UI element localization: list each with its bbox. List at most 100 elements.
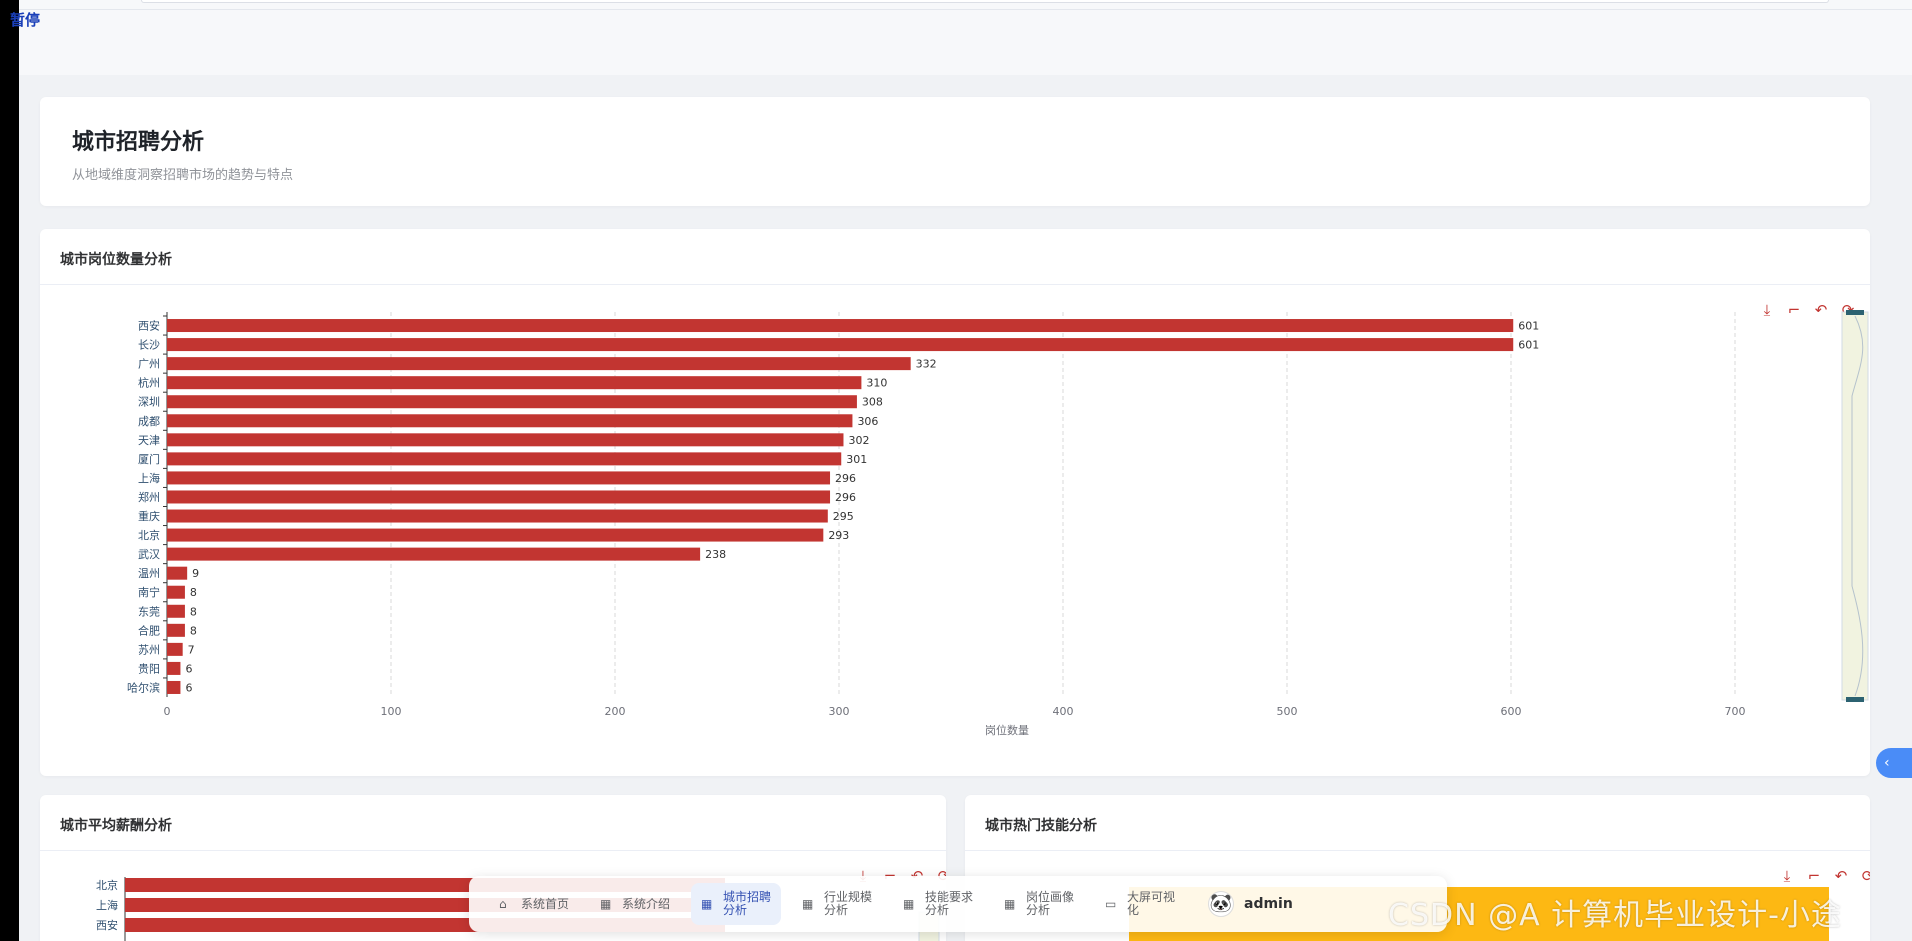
card-header: 城市热门技能分析 (965, 795, 1870, 851)
nav-item-label: 技能要求分析 (925, 890, 974, 917)
page-title: 城市招聘分析 (72, 130, 205, 155)
y-tick-label: 东莞 (138, 605, 160, 618)
top-search-bar[interactable] (141, 0, 1829, 3)
bar (167, 471, 831, 485)
bar (167, 395, 857, 409)
nav-item-intro[interactable]: ▦ 系统介绍 (590, 883, 680, 925)
grid-icon: ▦ (903, 897, 915, 911)
panda-avatar: 🐼 (1208, 891, 1234, 917)
card-header: 城市岗位数量分析 (40, 229, 1870, 285)
data-label: 6 (185, 681, 192, 694)
data-label: 301 (846, 453, 867, 466)
x-tick-label: 0 (164, 705, 171, 718)
data-label: 310 (866, 377, 887, 390)
watermark: CSDN @A 计算机毕业设计-小途 (1388, 898, 1842, 933)
nav-item-label: 城市招聘分析 (723, 890, 772, 917)
data-label: 8 (190, 586, 197, 599)
city-job-count-chart: 0 100 200 300 400 500 600 700 岗位数量 西安 601 长沙 601 广州 33… (127, 310, 1869, 737)
nav-item-job-profile[interactable]: ▦ 岗位画像分析 (994, 883, 1084, 925)
grid-icon: ▦ (802, 897, 814, 911)
x-tick-label: 200 (605, 705, 626, 718)
bar (167, 357, 911, 371)
home-icon: ⌂ (499, 897, 507, 911)
bar (167, 604, 185, 618)
bottom-nav-dock: ⌂ 系统首页 ▦ 系统介绍 ▦ 城市招聘分析 ▦ 行业规模分析 ▦ 技能要求分析… (469, 876, 1447, 932)
top-header (19, 0, 1912, 75)
data-label: 293 (828, 529, 849, 542)
page: 城市招聘分析 从地域维度洞察招聘市场的趋势与特点 城市岗位数量分析 ⤓ ⌐ ↶ … (19, 0, 1912, 941)
user-menu[interactable]: 🐼 admin (1208, 891, 1293, 917)
card-title: 城市岗位数量分析 (60, 252, 172, 268)
bar (167, 642, 183, 656)
y-tick-label: 南宁 (138, 585, 160, 599)
data-label: 6 (185, 662, 192, 675)
bar (167, 680, 181, 694)
datazoom-handle-bottom (1846, 697, 1864, 702)
y-tick-label: 长沙 (138, 339, 160, 352)
collapse-panel-button[interactable]: ‹ (1876, 748, 1912, 778)
nav-item-label: 岗位画像分析 (1026, 890, 1075, 917)
data-label: 332 (916, 358, 937, 371)
nav-item-city-analysis[interactable]: ▦ 城市招聘分析 (691, 883, 781, 925)
pause-label[interactable]: 暂停 (10, 9, 40, 30)
bar (167, 528, 824, 542)
bar (167, 661, 181, 675)
x-tick-label: 700 (1725, 705, 1746, 718)
card-title: 城市平均薪酬分析 (60, 818, 172, 834)
data-label: 601 (1518, 339, 1539, 352)
chevron-left-icon: ‹ (1884, 755, 1890, 771)
data-label: 295 (833, 510, 854, 523)
data-label: 7 (188, 643, 195, 656)
y-tick-label: 哈尔滨 (127, 680, 160, 694)
y-tick-label: 北京 (96, 878, 118, 892)
bar (167, 376, 862, 390)
header-divider (19, 9, 1912, 10)
y-tick-label: 温州 (138, 567, 160, 580)
bar (167, 490, 831, 504)
x-tick-label: 500 (1277, 705, 1298, 718)
x-tick-label: 300 (829, 705, 850, 718)
data-label: 306 (857, 415, 878, 428)
data-label: 9 (192, 567, 199, 580)
y-tick-label: 厦门 (138, 452, 160, 466)
y-tick-label: 广州 (138, 358, 160, 371)
y-tick-label: 苏州 (138, 643, 160, 656)
y-tick-label: 深圳 (138, 396, 160, 409)
user-name: admin (1244, 896, 1293, 912)
grid-icon: ▦ (600, 897, 612, 911)
bar (167, 414, 853, 428)
nav-item-home[interactable]: ⌂ 系统首页 (489, 883, 579, 925)
bar (167, 452, 842, 466)
datazoom-slider (1841, 311, 1869, 701)
data-label: 296 (835, 472, 856, 485)
nav-item-skill-analysis[interactable]: ▦ 技能要求分析 (893, 883, 983, 925)
data-label: 238 (705, 548, 726, 561)
bar (167, 338, 1514, 352)
grid-icon: ▦ (1004, 897, 1016, 911)
bar (167, 433, 844, 447)
data-label: 302 (848, 434, 869, 447)
nav-item-industry-analysis[interactable]: ▦ 行业规模分析 (792, 883, 882, 925)
data-label: 8 (190, 624, 197, 637)
monitor-icon: ▭ (1105, 897, 1117, 911)
nav-item-big-screen[interactable]: ▭ 大屏可视化 (1095, 883, 1185, 925)
bar (167, 319, 1514, 333)
data-label: 601 (1518, 320, 1539, 333)
grid-icon: ▦ (701, 897, 713, 911)
nav-item-label: 大屏可视化 (1127, 890, 1176, 917)
y-tick-label: 天津 (138, 434, 160, 447)
y-tick-label: 西安 (138, 319, 160, 333)
job-count-card: 城市岗位数量分析 ⤓ ⌐ ↶ ⟳ 0100200300400500600700岗… (40, 229, 1870, 776)
nav-item-label: 行业规模分析 (824, 890, 873, 917)
x-tick-label: 600 (1501, 705, 1522, 718)
y-tick-label: 贵阳 (138, 662, 160, 675)
y-tick-label: 武汉 (138, 548, 160, 561)
data-label: 308 (862, 396, 883, 409)
y-tick-label: 上海 (96, 898, 118, 912)
data-label: 296 (835, 491, 856, 504)
y-tick-label: 上海 (138, 471, 160, 485)
card-title: 城市热门技能分析 (985, 818, 1097, 834)
x-tick-label: 100 (381, 705, 402, 718)
y-tick-label: 西安 (96, 918, 118, 932)
bar (167, 566, 188, 580)
